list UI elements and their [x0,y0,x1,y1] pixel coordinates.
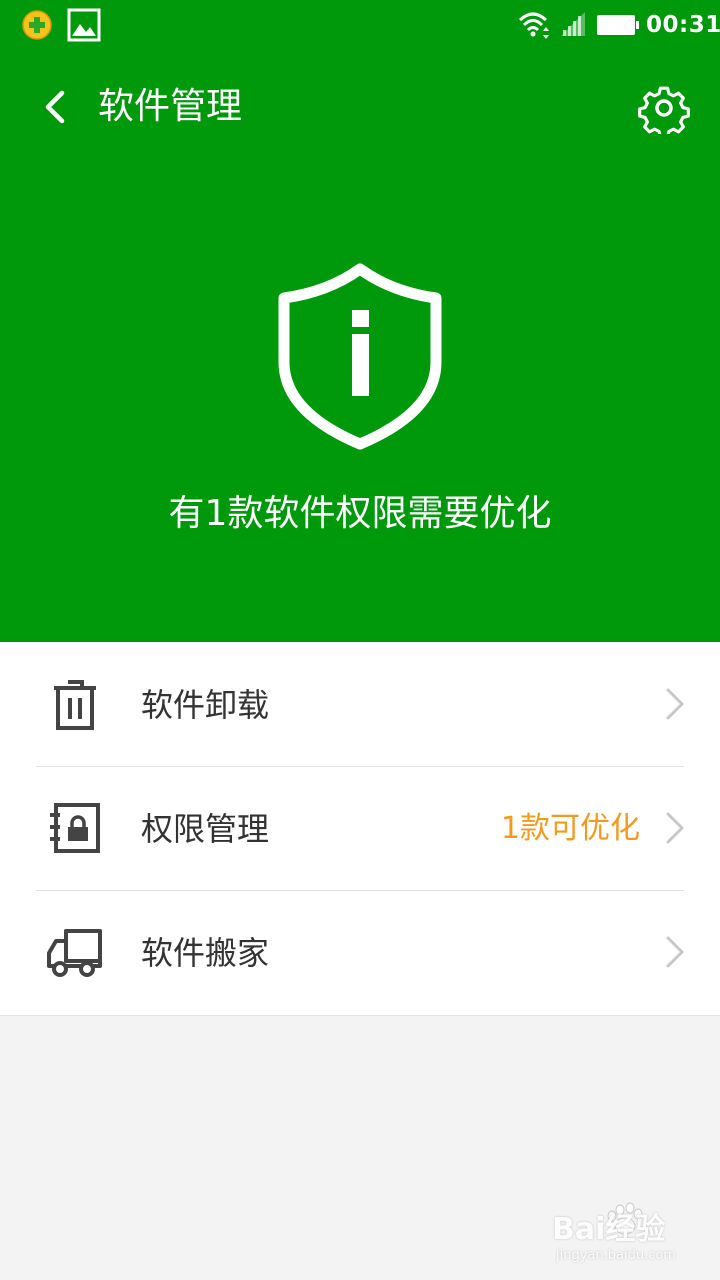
shield-info-icon [278,263,442,450]
menu-item-label: 软件卸载 [141,686,270,724]
360-security-icon [22,10,52,40]
status-bar: 00:31 [0,0,720,50]
back-button[interactable] [34,85,78,129]
optimize-badge: 1款可优化 [500,811,640,846]
chevron-left-icon [45,90,65,124]
menu-item-permissions[interactable]: 权限管理 1款可优化 [0,766,720,890]
lock-notebook-icon [50,803,100,853]
gallery-icon [67,8,101,42]
chevron-right-icon [666,812,684,844]
status-message: 有1款软件权限需要优化 [168,493,552,534]
menu-list: 软件卸载 权限管理 1款可优化 软件搬家 [0,642,720,1016]
menu-item-label: 软件搬家 [141,934,270,972]
chevron-right-icon [666,688,684,720]
watermark-text: Bai经验 [552,1212,666,1247]
page-title: 软件管理 [98,86,243,127]
status-time: 00:31 [646,12,720,38]
watermark-url: jingyan.baidu.com [556,1248,676,1263]
chevron-right-icon [666,936,684,968]
top-bar: 软件管理 [0,62,720,152]
menu-item-move[interactable]: 软件搬家 [0,890,720,1014]
signal-icon [561,12,585,36]
menu-item-uninstall[interactable]: 软件卸载 [0,642,720,766]
header-panel: 00:31 软件管理 有1款软件权限需要优化 [0,0,720,642]
settings-button[interactable] [638,82,690,134]
trash-icon [54,680,96,730]
menu-item-label: 权限管理 [141,810,270,848]
battery-icon [597,15,639,35]
truck-icon [47,929,102,977]
gear-icon [638,86,690,134]
wifi-icon [518,12,549,39]
